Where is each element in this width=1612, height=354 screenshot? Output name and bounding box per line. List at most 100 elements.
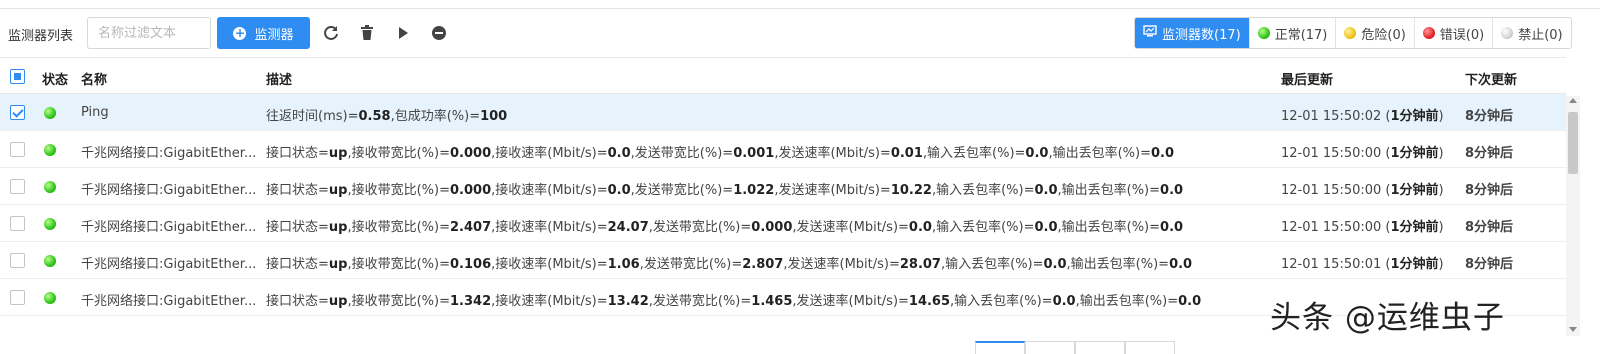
row-next-update: 8分钟后 (1465, 220, 1514, 235)
scroll-thumb[interactable] (1568, 112, 1578, 174)
row-next-update: 8分钟后 (1465, 146, 1514, 161)
update-close-paren: ) (1438, 109, 1444, 124)
desc-label: ,接收速率(Mbit/s)= (491, 220, 608, 235)
column-last-update[interactable]: 最后更新 (1281, 69, 1333, 88)
desc-value: up (328, 220, 348, 235)
pager-item[interactable] (1075, 341, 1125, 354)
desc-label: ,接收带宽比(%)= (347, 146, 450, 161)
table-row[interactable]: 千兆网络接口:GigabitEther... 接口状态=up,接收带宽比(%)=2… (0, 205, 1566, 242)
desc-label: ,发送带宽比(%)= (630, 183, 734, 198)
monitor-table: 状态 名称 描述 最后更新 下次更新 Ping 往返时间(ms)=0.58,包成功… (0, 57, 1566, 316)
update-time: 12-01 15:50:00 ( (1281, 220, 1391, 235)
update-close-paren: ) (1438, 220, 1444, 235)
row-name[interactable]: 千兆网络接口:GigabitEther... (81, 216, 256, 235)
update-relative: 1分钟前 (1390, 109, 1439, 124)
desc-label: ,输出丢包率(%)= (1048, 146, 1151, 161)
desc-value: 1.342 (450, 294, 492, 309)
row-description: 接口状态=up,接收带宽比(%)=0.000,接收速率(Mbit/s)=0.0,… (266, 179, 1183, 198)
name-filter-input[interactable] (87, 17, 211, 49)
column-next-update[interactable]: 下次更新 (1465, 69, 1517, 88)
stat-error-label: 错误(0) (1439, 27, 1485, 43)
row-checkbox[interactable] (10, 179, 25, 194)
desc-label: ,包成功率(%)= (390, 109, 481, 124)
row-checkbox[interactable] (10, 290, 25, 305)
desc-value: 14.65 (908, 294, 951, 309)
desc-label: ,接收速率(Mbit/s)= (491, 294, 608, 309)
desc-value: 0.0 (1043, 257, 1067, 272)
table-row[interactable]: 千兆网络接口:GigabitEther... 接口状态=up,接收带宽比(%)=0… (0, 242, 1566, 279)
column-description[interactable]: 描述 (266, 69, 292, 88)
desc-value: 0.0 (1160, 220, 1184, 235)
desc-label: ,发送带宽比(%)= (639, 257, 743, 272)
row-name[interactable]: Ping (81, 105, 109, 120)
stat-danger-label: 危险(0) (1361, 27, 1406, 43)
pager-item[interactable] (975, 341, 1025, 354)
desc-value: 0.0 (1034, 220, 1058, 235)
row-last-update: 12-01 15:50:00 (1分钟前) (1281, 179, 1444, 198)
row-name[interactable]: 千兆网络接口:GigabitEther... (81, 142, 256, 161)
desc-label: 接口状态= (266, 183, 329, 198)
row-checkbox[interactable] (10, 105, 25, 120)
update-time: 12-01 15:50:01 ( (1281, 257, 1391, 272)
stat-error[interactable]: 错误(0) (1413, 18, 1492, 48)
update-time: 12-01 15:50:00 ( (1281, 183, 1391, 198)
table-row[interactable]: Ping 往返时间(ms)=0.58,包成功率(%)=100 12-01 15:50… (0, 94, 1566, 131)
play-icon[interactable] (394, 24, 412, 42)
table-row[interactable]: 千兆网络接口:GigabitEther... 接口状态=up,接收带宽比(%)=0… (0, 131, 1566, 168)
desc-value: 0.0 (607, 183, 631, 198)
stat-normal[interactable]: 正常(17) (1248, 18, 1336, 48)
desc-label: 接口状态= (266, 294, 329, 309)
table-row[interactable]: 千兆网络接口:GigabitEther... 接口状态=up,接收带宽比(%)=0… (0, 168, 1566, 205)
desc-label: ,输入丢包率(%)= (922, 146, 1026, 161)
delete-icon[interactable] (358, 24, 376, 42)
stat-disabled-label: 禁止(0) (1518, 27, 1563, 43)
stat-disabled[interactable]: 禁止(0) (1492, 18, 1570, 48)
add-monitor-label: 监测器 (254, 27, 294, 43)
desc-value: 0.0 (1034, 183, 1058, 198)
row-name[interactable]: 千兆网络接口:GigabitEther... (81, 253, 256, 272)
desc-label: 接口状态= (266, 146, 329, 161)
watermark: 头条 @运维虫子 (1270, 300, 1505, 336)
desc-label: ,发送带宽比(%)= (630, 146, 734, 161)
row-name[interactable]: 千兆网络接口:GigabitEther... (81, 179, 256, 198)
disable-icon[interactable] (430, 24, 448, 42)
row-description: 接口状态=up,接收带宽比(%)=2.407,接收速率(Mbit/s)=24.0… (266, 216, 1183, 235)
scroll-up-icon[interactable] (1569, 98, 1577, 103)
column-name[interactable]: 名称 (81, 69, 107, 88)
status-ok-icon (44, 292, 56, 304)
row-checkbox[interactable] (10, 253, 25, 268)
desc-label: ,输出丢包率(%)= (1066, 257, 1170, 272)
pager-item[interactable] (1125, 341, 1175, 354)
desc-label: ,输入丢包率(%)= (931, 220, 1035, 235)
update-relative: 1分钟前 (1390, 220, 1439, 235)
red-dot-icon (1422, 27, 1435, 39)
row-description: 往返时间(ms)=0.58,包成功率(%)=100 (266, 105, 507, 124)
select-all-checkbox[interactable] (10, 69, 25, 84)
desc-label: ,输出丢包率(%)= (1075, 294, 1179, 309)
pager-item[interactable] (1025, 341, 1075, 354)
row-checkbox[interactable] (10, 142, 25, 157)
scroll-down-icon[interactable] (1569, 327, 1577, 332)
status-ok-icon (44, 181, 56, 193)
table-body: Ping 往返时间(ms)=0.58,包成功率(%)=100 12-01 15:50… (0, 94, 1566, 316)
desc-value: 2.407 (450, 220, 492, 235)
desc-value: 0.0 (1169, 257, 1193, 272)
desc-label: ,接收速率(Mbit/s)= (491, 257, 608, 272)
update-close-paren: ) (1438, 146, 1444, 161)
desc-label: ,接收速率(Mbit/s)= (491, 183, 608, 198)
row-checkbox[interactable] (10, 216, 25, 231)
row-description: 接口状态=up,接收带宽比(%)=0.000,接收速率(Mbit/s)=0.0,… (266, 142, 1174, 161)
stat-total-label: 监测器数(17) (1162, 27, 1241, 43)
row-description: 接口状态=up,接收带宽比(%)=0.106,接收速率(Mbit/s)=1.06… (266, 253, 1192, 272)
update-time: 12-01 15:50:02 ( (1281, 109, 1391, 124)
yellow-dot-icon (1344, 27, 1357, 39)
stat-total[interactable]: 监测器数(17) (1135, 18, 1249, 48)
row-name[interactable]: 千兆网络接口:GigabitEther... (81, 290, 256, 309)
refresh-icon[interactable] (322, 24, 340, 42)
stat-danger[interactable]: 危险(0) (1335, 18, 1413, 48)
vertical-scrollbar[interactable] (1566, 96, 1580, 336)
add-monitor-button[interactable]: + 监测器 (217, 17, 310, 49)
column-status[interactable]: 状态 (42, 69, 68, 88)
desc-label: ,发送速率(Mbit/s)= (792, 220, 909, 235)
desc-value: 10.22 (890, 183, 932, 198)
